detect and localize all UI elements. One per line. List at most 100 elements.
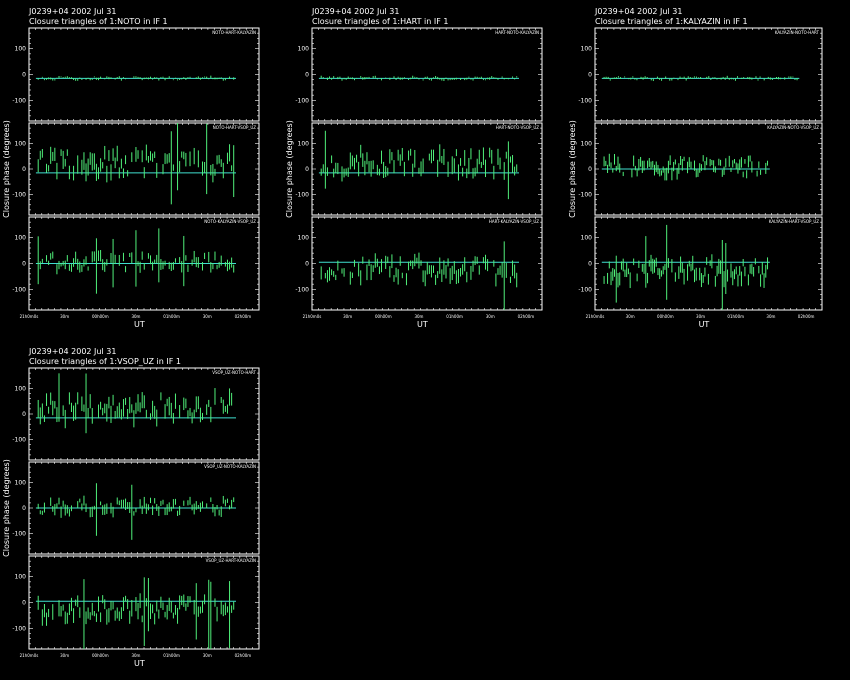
y-tick-label: 100 — [298, 235, 310, 242]
triangle-label: HART-NOTO-KALYAZIN — [495, 30, 539, 35]
x-tick-label: 21h0m0s — [20, 314, 39, 319]
y-tick-label: -100 — [12, 286, 26, 293]
x-tick-label: 01h00m — [727, 314, 744, 319]
y-axis-label: Closure phase (degrees) — [2, 459, 11, 557]
triangle-subplot: 100 0 -100 VSOP_UZ-NOTO-KALYAZIN — [12, 461, 260, 555]
x-tick-label: 01h00m — [446, 314, 463, 319]
y-tick-label: -100 — [12, 97, 26, 104]
y-tick-label: -100 — [12, 437, 26, 444]
y-tick-label: 100 — [15, 479, 27, 486]
triangle-subplot: 100 0 -100 NOTO-HART-KALYAZIN — [12, 27, 260, 122]
y-tick-label: 100 — [15, 140, 27, 147]
y-tick-label: 0 — [22, 600, 26, 607]
x-axis-label: UT — [699, 320, 710, 329]
x-tick-label: 02h00m — [235, 314, 252, 319]
x-tick-label: 30m — [626, 314, 635, 319]
y-tick-label: 100 — [15, 235, 27, 242]
triangle-label: HART-NOTO-VSOP_UZ — [496, 125, 539, 130]
panel-subtitle: Closure triangles of 1:NOTO in IF 1 — [29, 17, 168, 26]
y-tick-label: -100 — [578, 286, 592, 293]
triangle-label: KALYAZIN-HART-VSOP_UZ — [769, 219, 819, 224]
y-tick-label: -100 — [295, 286, 309, 293]
y-tick-label: 0 — [305, 166, 309, 173]
x-tick-label: 21h0m0s — [20, 653, 39, 658]
y-tick-label: -100 — [12, 192, 26, 199]
x-tick-label: 30m — [766, 314, 775, 319]
plot-frame — [594, 216, 823, 311]
y-tick-label: 0 — [588, 261, 592, 268]
y-tick-label: 100 — [581, 235, 593, 242]
x-tick-label: 30m — [414, 314, 423, 319]
closure-phase-figure: J0239+04 2002 Jul 31Closure triangles of… — [2, 7, 823, 668]
y-tick-label: 0 — [22, 505, 26, 512]
x-tick-label: 30m — [696, 314, 705, 319]
y-tick-label: 0 — [588, 72, 592, 79]
y-tick-label: 0 — [305, 72, 309, 79]
y-tick-label: 0 — [22, 166, 26, 173]
y-tick-label: 0 — [305, 261, 309, 268]
y-tick-label: -100 — [578, 97, 592, 104]
x-tick-label: 21h0m0s — [586, 314, 605, 319]
station-panel: J0239+04 2002 Jul 31Closure triangles of… — [285, 7, 543, 329]
triangle-subplot: 100 0 -100 VSOP_UZ-HART-KALYAZIN — [12, 555, 260, 650]
y-tick-label: 0 — [22, 72, 26, 79]
triangle-label: KALYAZIN-NOTO-VSOP_UZ — [767, 125, 819, 130]
x-tick-label: 00h00m — [92, 314, 109, 319]
y-axis-label: Closure phase (degrees) — [2, 120, 11, 218]
x-tick-label: 21h0m0s — [303, 314, 322, 319]
y-tick-label: 100 — [298, 140, 310, 147]
plot-frame — [311, 27, 543, 122]
x-axis-label: UT — [134, 659, 145, 668]
panel-subtitle: Closure triangles of 1:HART in IF 1 — [312, 17, 448, 26]
x-tick-label: 00h00m — [92, 653, 109, 658]
panel-header: J0239+04 2002 Jul 31 — [28, 7, 116, 16]
x-tick-label: 30m — [343, 314, 352, 319]
x-tick-label: 02h00m — [235, 653, 252, 658]
x-tick-label: 30m — [60, 653, 69, 658]
y-axis-label: Closure phase (degrees) — [285, 120, 294, 218]
x-tick-label: 02h00m — [518, 314, 535, 319]
triangle-subplot: 100 0 -100 KALYAZIN-NOTO-HART — [578, 27, 823, 122]
triangle-subplot: 100 0 -100 HART-NOTO-VSOP_UZ — [295, 122, 543, 216]
station-panel: J0239+04 2002 Jul 31Closure triangles of… — [2, 7, 260, 329]
panel-subtitle: Closure triangles of 1:KALYAZIN in IF 1 — [595, 17, 748, 26]
x-tick-label: 30m — [131, 314, 140, 319]
triangle-subplot: 100 0 -100 VSOP_UZ-NOTO-HART — [12, 367, 260, 461]
y-tick-label: -100 — [12, 625, 26, 632]
x-tick-label: 00h00m — [657, 314, 674, 319]
x-tick-label: 00h00m — [375, 314, 392, 319]
x-tick-label: 01h00m — [163, 653, 180, 658]
y-tick-label: 100 — [15, 574, 27, 581]
y-tick-label: 0 — [22, 411, 26, 418]
x-axis-label: UT — [417, 320, 428, 329]
y-tick-label: 0 — [22, 261, 26, 268]
x-tick-label: 30m — [131, 653, 140, 658]
x-tick-label: 01h00m — [163, 314, 180, 319]
y-axis-label: Closure phase (degrees) — [568, 120, 577, 218]
x-axis-label: UT — [134, 320, 145, 329]
y-tick-label: -100 — [578, 192, 592, 199]
triangle-label: NOTO-HART-VSOP_UZ — [213, 125, 256, 130]
plot-frame — [28, 27, 260, 122]
triangle-subplot: 100 0 -100 HART-KALYAZIN-VSOP_UZ — [295, 216, 543, 311]
triangle-label: VSOP_UZ-HART-KALYAZIN — [206, 558, 256, 563]
y-tick-label: 100 — [15, 46, 27, 53]
x-tick-label: 30m — [203, 314, 212, 319]
panel-header: J0239+04 2002 Jul 31 — [594, 7, 682, 16]
triangle-label: NOTO-KALYAZIN-VSOP_UZ — [204, 219, 256, 224]
y-tick-label: 0 — [588, 166, 592, 173]
station-panel: J0239+04 2002 Jul 31Closure triangles of… — [568, 7, 823, 329]
triangle-subplot: 100 0 -100 NOTO-HART-VSOP_UZ — [12, 122, 260, 216]
triangle-subplot: 100 0 -100 NOTO-KALYAZIN-VSOP_UZ — [12, 216, 260, 311]
x-tick-label: 02h00m — [798, 314, 815, 319]
y-tick-label: 100 — [581, 140, 593, 147]
panel-header: J0239+04 2002 Jul 31 — [28, 347, 116, 356]
triangle-label: HART-KALYAZIN-VSOP_UZ — [489, 219, 539, 224]
x-tick-label: 30m — [203, 653, 212, 658]
triangle-label: NOTO-HART-KALYAZIN — [212, 30, 256, 35]
y-tick-label: 100 — [581, 46, 593, 53]
x-tick-label: 30m — [486, 314, 495, 319]
triangle-label: VSOP_UZ-NOTO-HART — [212, 370, 256, 375]
panel-header: J0239+04 2002 Jul 31 — [311, 7, 399, 16]
y-tick-label: -100 — [295, 97, 309, 104]
